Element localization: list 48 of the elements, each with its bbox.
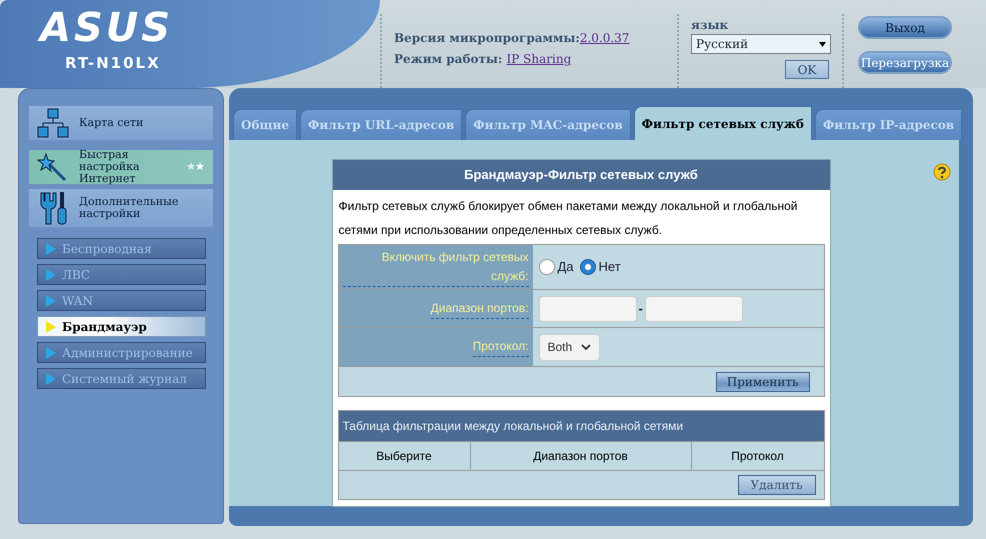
field-label: Диапазон портов: xyxy=(430,298,528,318)
submenu-item[interactable]: Администрирование xyxy=(37,342,206,363)
apply-button[interactable]: Применить xyxy=(716,372,810,392)
field-label: Включить фильтр сетевых служб: xyxy=(342,248,528,286)
range-separator: - xyxy=(638,300,643,318)
submenu-item[interactable]: Беспроводная xyxy=(37,238,206,259)
field-label: Протокол: xyxy=(472,337,528,357)
port-end-field[interactable] xyxy=(644,296,743,322)
network-icon xyxy=(37,108,69,138)
firmware-label: Версия микропрограммы: xyxy=(394,31,580,45)
logout-button[interactable]: Выход xyxy=(858,16,952,39)
model-name: RT-N10LX xyxy=(65,53,161,74)
menu-item[interactable]: Карта сети xyxy=(29,106,213,142)
mode-link[interactable]: IP Sharing xyxy=(506,52,572,66)
triangle-icon xyxy=(46,294,56,306)
logo: ASUS xyxy=(40,8,174,48)
column-header: Протокол xyxy=(730,448,785,465)
submenu-item[interactable]: Брандмауэр xyxy=(37,316,206,337)
column-header: Выберите xyxy=(338,442,470,470)
triangle-icon xyxy=(46,372,56,384)
mode-label: Режим работы: xyxy=(394,52,504,66)
column-header: Диапазон портов xyxy=(470,442,692,470)
form-title: Брандмауэр-Фильтр сетевых служб xyxy=(332,160,830,190)
radio-button[interactable] xyxy=(580,259,596,275)
firmware-version-link[interactable]: 2.0.0.37 xyxy=(580,31,630,45)
port-start-field[interactable] xyxy=(538,296,636,322)
triangle-icon xyxy=(46,346,56,358)
triangle-icon xyxy=(46,268,56,280)
radio-label[interactable]: Нет xyxy=(598,257,621,277)
table-title: Таблица фильтрации между локальной и глобальной сетями xyxy=(338,411,824,441)
reboot-button[interactable]: Перезагрузка xyxy=(858,51,952,74)
menu-item[interactable]: Быстрая настройка Интернет xyxy=(29,150,213,186)
triangle-icon xyxy=(46,320,56,332)
dropdown-arrow-icon xyxy=(819,42,826,46)
description: Фильтр сетевых служб блокирует обмен пакетами между локальной и глобальной сетями при использовании определенных сетевых служб. xyxy=(338,198,798,239)
menu-item[interactable]: Дополнительные настройки xyxy=(29,189,213,229)
stars-icon xyxy=(187,162,205,172)
tab[interactable]: Фильтр сетевых служб xyxy=(634,106,812,140)
triangle-icon xyxy=(46,242,56,254)
submenu-item[interactable]: Системный журнал xyxy=(37,368,206,389)
help-icon xyxy=(933,163,951,181)
radio-label[interactable]: Да xyxy=(558,257,574,277)
radio-button[interactable] xyxy=(538,259,554,275)
language-label: язык xyxy=(691,17,730,34)
language-select[interactable]: Русский xyxy=(691,34,831,54)
protocol-select[interactable]: Both xyxy=(538,334,600,360)
magic-wand-icon xyxy=(37,152,69,182)
chevron-down-icon xyxy=(581,344,592,350)
